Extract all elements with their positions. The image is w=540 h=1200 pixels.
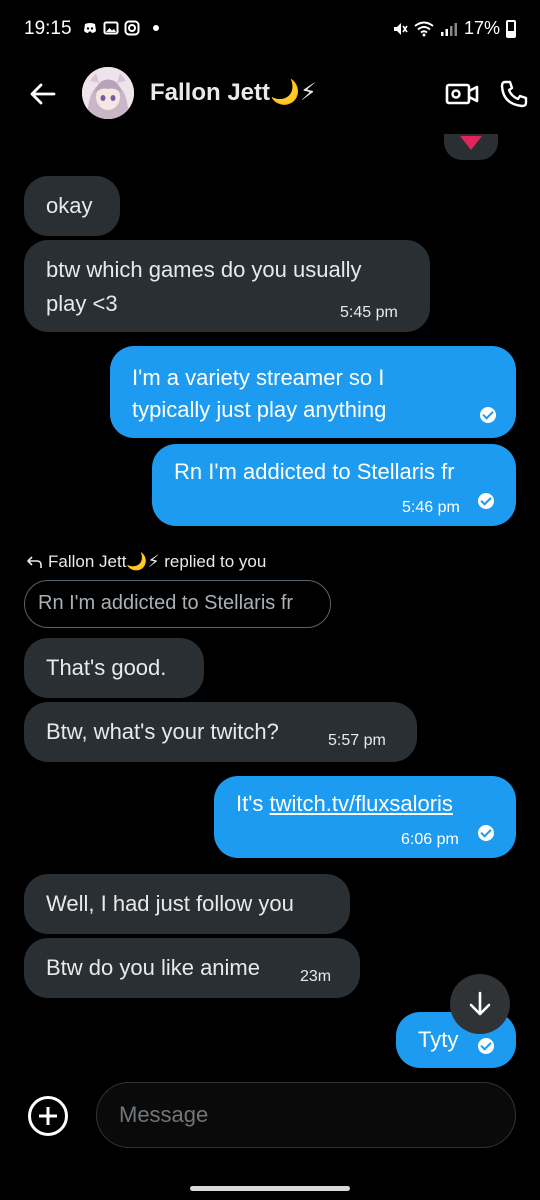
reply-label-text: Fallon Jett🌙⚡ replied to you <box>48 552 267 571</box>
message-text: That's good. <box>46 655 167 680</box>
discord-icon <box>84 23 96 33</box>
message-timestamp: 5:57 pm <box>328 732 386 749</box>
contact-avatar[interactable] <box>82 67 134 119</box>
video-icon <box>445 83 479 105</box>
message-outgoing[interactable]: I'm a variety streamer so I typically ju… <box>110 346 516 438</box>
avatar-image <box>82 67 134 119</box>
quoted-message[interactable]: Rn I'm addicted to Stellaris fr <box>24 580 331 628</box>
read-receipt-icon <box>478 1038 494 1054</box>
message-text: It's twitch.tv/fluxsaloris <box>236 787 453 821</box>
message-text: Btw, what's your twitch? <box>46 719 279 744</box>
message-timestamp: 5:45 pm <box>340 304 398 321</box>
wifi-icon <box>414 21 434 36</box>
message-text-line: typically just play anything <box>132 397 387 422</box>
gesture-nav-handle[interactable] <box>190 1186 350 1191</box>
message-composer <box>0 1078 540 1154</box>
message-incoming[interactable]: That's good. <box>24 638 204 698</box>
read-receipt-icon <box>478 493 494 509</box>
conversation-header: Fallon Jett🌙⚡ <box>0 62 540 124</box>
message-timestamp: 23m <box>300 968 332 985</box>
message-incoming[interactable]: Well, I had just follow you <box>24 874 350 934</box>
message-text: Rn I'm addicted to Stellaris fr <box>174 459 455 484</box>
back-arrow-icon <box>30 83 56 105</box>
add-attachment-button[interactable] <box>28 1096 68 1136</box>
more-notifications-dot <box>153 25 159 31</box>
battery-icon <box>506 19 516 38</box>
message-outgoing[interactable]: Rn I'm addicted to Stellaris fr 5:46 pm <box>152 444 516 526</box>
message-incoming[interactable]: btw which games do you usually play <3 5… <box>24 240 430 332</box>
gallery-icon <box>103 21 119 35</box>
read-receipt-icon <box>478 825 494 841</box>
scroll-to-bottom-button[interactable] <box>450 974 510 1034</box>
message-timestamp: 5:46 pm <box>402 499 460 516</box>
signal-icon <box>440 22 457 36</box>
message-incoming[interactable]: Btw, what's your twitch? 5:57 pm <box>24 702 417 762</box>
instagram-icon <box>124 20 140 36</box>
system-indicators: 17% <box>392 18 516 39</box>
twitch-link[interactable]: twitch.tv/fluxsaloris <box>270 791 453 816</box>
reply-arrow-icon <box>27 556 42 568</box>
message-prefix: It's <box>236 791 270 816</box>
mute-icon <box>393 22 408 35</box>
read-receipt-icon <box>480 407 496 423</box>
battery-percent: 17% <box>463 18 500 38</box>
video-call-button[interactable] <box>444 76 480 112</box>
message-text: Tyty <box>418 1027 459 1052</box>
status-bar: 19:15 17% <box>0 0 540 62</box>
voice-call-button[interactable] <box>496 76 532 112</box>
message-text: okay <box>46 193 93 218</box>
notification-icons <box>82 20 159 36</box>
message-text: Well, I had just follow you <box>46 891 294 916</box>
message-text: Btw do you like anime <box>46 955 260 980</box>
arrow-down-icon <box>469 991 491 1016</box>
message-text-line: play <3 <box>46 291 118 316</box>
reply-indicator: Fallon Jett🌙⚡ replied to you <box>26 552 266 572</box>
message-text-line: I'm a variety streamer so I <box>132 365 385 390</box>
phone-icon <box>500 80 528 108</box>
status-time: 19:15 <box>24 18 72 39</box>
back-button[interactable] <box>24 76 60 112</box>
message-text-line: btw which games do you usually <box>46 257 362 282</box>
heart-icon <box>460 136 482 150</box>
message-outgoing[interactable]: It's twitch.tv/fluxsaloris 6:06 pm <box>214 776 516 858</box>
reaction-badge[interactable] <box>444 134 498 160</box>
message-incoming[interactable]: Btw do you like anime 23m <box>24 938 360 998</box>
message-input[interactable] <box>96 1082 516 1148</box>
message-timestamp: 6:06 pm <box>401 831 459 848</box>
message-incoming[interactable]: okay <box>24 176 120 236</box>
contact-name[interactable]: Fallon Jett🌙⚡ <box>150 78 317 107</box>
